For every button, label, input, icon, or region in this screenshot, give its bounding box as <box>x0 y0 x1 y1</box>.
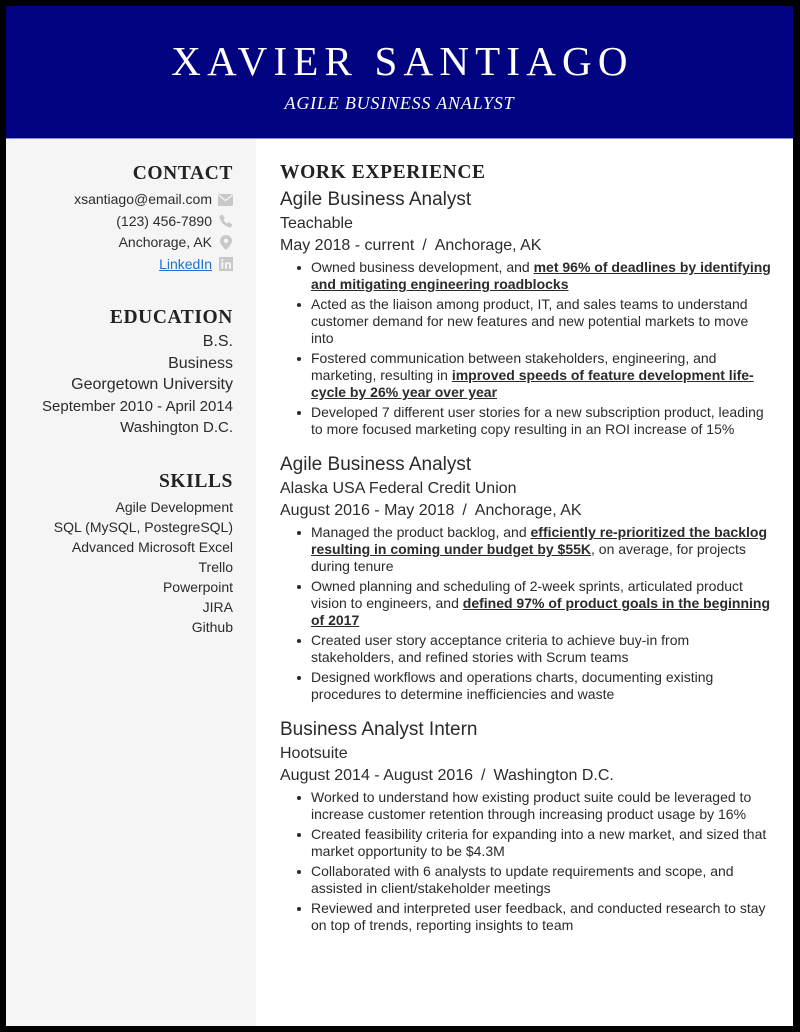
skills-section: SKILLS Agile Development SQL (MySQL, Pos… <box>6 470 233 637</box>
education-heading: EDUCATION <box>109 307 233 328</box>
contact-heading: CONTACT <box>132 163 233 184</box>
job-dates: May 2018 - current <box>280 237 415 254</box>
job-bullets: Worked to understand how existing produc… <box>280 789 772 934</box>
email-text: xsantiago@email.com <box>74 191 212 207</box>
skill-item: Advanced Microsoft Excel <box>71 539 233 555</box>
separator: / <box>462 502 467 519</box>
job-bullets: Owned business development, and met 96% … <box>280 259 772 438</box>
job-title: Agile Business Analyst <box>280 189 472 210</box>
skill-item: Agile Development <box>115 499 233 515</box>
skill-item: Powerpoint <box>162 579 233 595</box>
bullet-item: Collaborated with 6 analysts to update r… <box>297 863 772 897</box>
skill-item: SQL (MySQL, PostegreSQL) <box>53 519 233 535</box>
bullet-text: Managed the product backlog, and <box>311 524 531 540</box>
bullet-item: Fostered communication between stakehold… <box>297 350 772 401</box>
education-school: Georgetown University <box>71 376 233 393</box>
resume-header: XAVIER SANTIAGO AGILE BUSINESS ANALYST <box>6 6 793 139</box>
bullet-text: Designed workflows and operations charts… <box>311 669 714 702</box>
phone-icon <box>218 214 233 229</box>
job-title: Agile Business Analyst <box>280 454 472 475</box>
job-entry: Business Analyst Intern Hootsuite August 2… <box>280 717 772 934</box>
skill-item: Github <box>191 619 233 635</box>
education-degree: B.S. <box>202 333 233 350</box>
location-text: Anchorage, AK <box>118 234 212 250</box>
bullet-text: Created user story acceptance criteria t… <box>311 632 690 665</box>
job-location: Anchorage, AK <box>434 237 542 254</box>
linkedin-icon <box>218 257 233 272</box>
candidate-title: AGILE BUSINESS ANALYST <box>284 93 515 113</box>
job-title: Business Analyst Intern <box>280 719 478 740</box>
contact-linkedin: LinkedIn <box>13 254 233 276</box>
bullet-text: Acted as the liaison among product, IT, … <box>311 296 749 346</box>
bullet-text: Collaborated with 6 analysts to update r… <box>311 863 734 896</box>
candidate-name: XAVIER SANTIAGO <box>171 38 634 84</box>
work-experience-heading: WORK EXPERIENCE <box>280 162 486 183</box>
resume-page: XAVIER SANTIAGO AGILE BUSINESS ANALYST C… <box>6 6 793 1026</box>
bullet-item: Created feasibility criteria for expandi… <box>297 826 772 860</box>
sidebar: CONTACT xsantiago@email.com (123) 456-78… <box>6 139 256 1026</box>
bullet-item: Designed workflows and operations charts… <box>297 669 772 703</box>
education-location: Washington D.C. <box>120 419 233 436</box>
job-company: Teachable <box>280 215 353 232</box>
phone-text: (123) 456-7890 <box>116 212 212 229</box>
skill-item: Trello <box>198 559 234 575</box>
skill-item: JIRA <box>202 599 233 615</box>
bullet-text: Created feasibility criteria for expandi… <box>311 826 767 859</box>
job-dates-location: May 2018 - current / Anchorage, AK <box>280 235 772 257</box>
contact-phone: (123) 456-7890 <box>13 211 233 233</box>
bullet-item: Owned planning and scheduling of 2-week … <box>297 578 772 629</box>
bullet-text: Owned business development, and <box>311 259 534 275</box>
main-content: WORK EXPERIENCE Agile Business Analyst Te… <box>280 139 772 937</box>
job-bullets: Managed the product backlog, and efficie… <box>280 524 772 703</box>
job-location: Anchorage, AK <box>474 502 582 519</box>
bullet-text: Worked to understand how existing produc… <box>311 789 752 822</box>
linkedin-link[interactable]: LinkedIn <box>159 254 212 276</box>
job-company: Hootsuite <box>280 745 348 762</box>
job-location: Washington D.C. <box>493 767 614 784</box>
bullet-item: Reviewed and interpreted user feedback, … <box>297 900 772 934</box>
bullet-item: Acted as the liaison among product, IT, … <box>297 296 772 347</box>
bullet-item: Created user story acceptance criteria t… <box>297 632 772 666</box>
separator: / <box>481 767 486 784</box>
bullet-text: Reviewed and interpreted user feedback, … <box>311 900 766 933</box>
skills-heading: SKILLS <box>158 471 233 492</box>
job-dates-location: August 2016 - May 2018 / Anchorage, AK <box>280 500 772 522</box>
map-pin-icon <box>218 235 233 251</box>
bullet-text: Developed 7 different user stories for a… <box>311 404 764 437</box>
bullet-item: Developed 7 different user stories for a… <box>297 404 772 438</box>
jobs-list: Agile Business Analyst Teachable May 2018 … <box>280 187 772 934</box>
bullet-item: Managed the product backlog, and efficie… <box>297 524 772 575</box>
contact-email: xsantiago@email.com <box>13 189 233 211</box>
job-entry: Agile Business Analyst Teachable May 2018 … <box>280 187 772 438</box>
job-dates: August 2014 - August 2016 <box>280 767 474 784</box>
education-dates: September 2010 - April 2014 <box>42 397 233 415</box>
envelope-icon <box>218 192 233 207</box>
job-dates: August 2016 - May 2018 <box>280 502 455 519</box>
separator: / <box>422 237 427 254</box>
bullet-item: Owned business development, and met 96% … <box>297 259 772 293</box>
bullet-item: Worked to understand how existing produc… <box>297 789 772 823</box>
job-entry: Agile Business Analyst Alaska USA Federal… <box>280 452 772 703</box>
contact-section: CONTACT xsantiago@email.com (123) 456-78… <box>13 162 233 275</box>
job-company: Alaska USA Federal Credit Union <box>280 480 517 497</box>
job-dates-location: August 2014 - August 2016 / Washington D.C… <box>280 765 772 787</box>
contact-location: Anchorage, AK <box>13 232 233 254</box>
education-section: EDUCATION B.S. Business Georgetown Unive… <box>6 306 233 439</box>
education-major: Business <box>168 354 233 372</box>
